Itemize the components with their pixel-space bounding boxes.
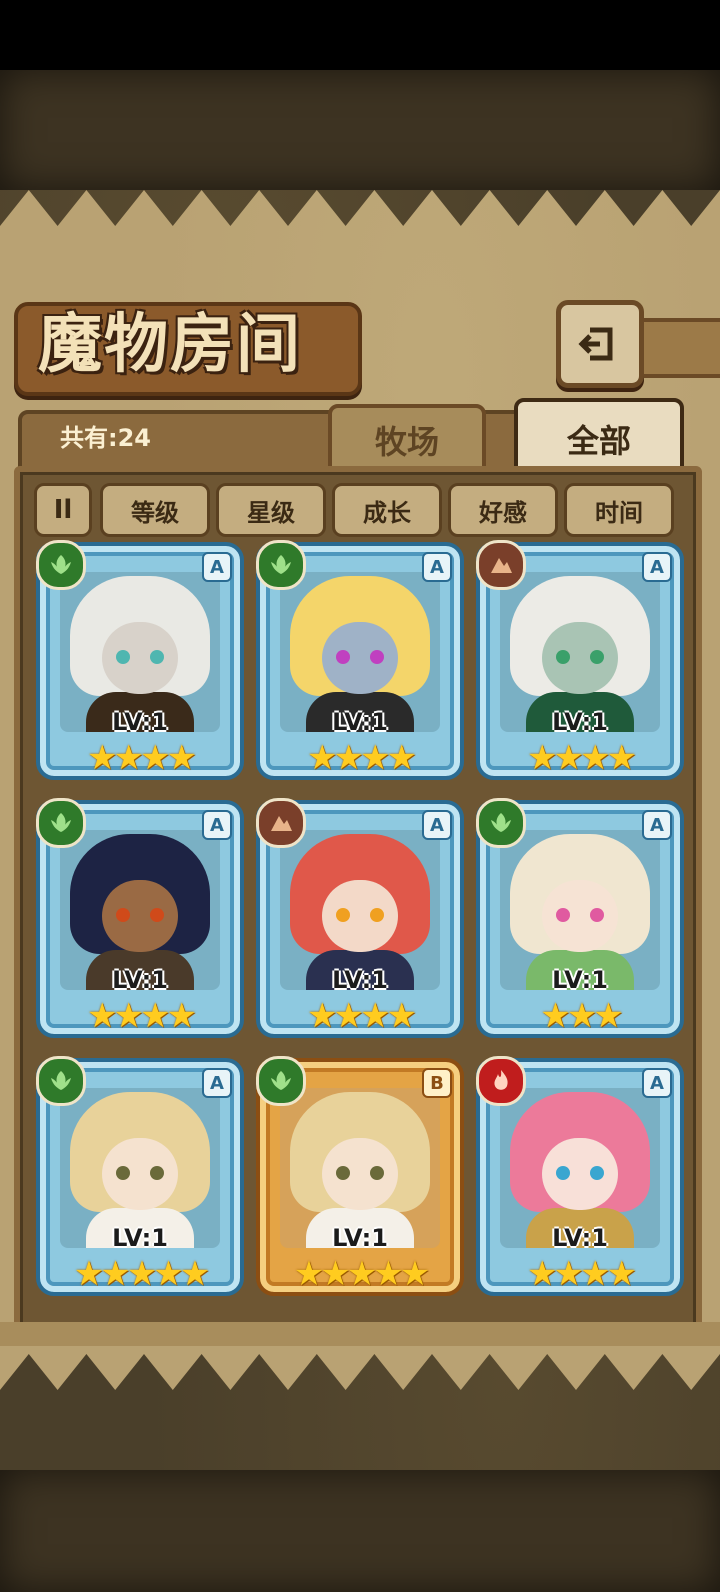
monster-card[interactable]: B LV:1 ★★★★★ xyxy=(256,1056,464,1296)
portrait-face xyxy=(322,622,398,694)
sort-by-affection-button[interactable]: 好感 xyxy=(448,483,558,537)
monster-card[interactable]: A LV:1 ★★★★ xyxy=(476,1056,684,1296)
portrait-eye xyxy=(556,1166,570,1180)
level-label: LV:1 xyxy=(332,708,388,736)
panel-bottom-border xyxy=(0,1322,720,1346)
leaf-element-icon xyxy=(36,540,86,590)
monster-card[interactable]: A LV:1 ★★★ xyxy=(476,798,684,1038)
portrait-eye xyxy=(336,1166,350,1180)
level-label: LV:1 xyxy=(112,1224,168,1252)
sort-by-growth-button[interactable]: 成长 xyxy=(332,483,442,537)
back-button[interactable] xyxy=(556,300,644,388)
leaf-element-icon xyxy=(36,798,86,848)
return-arrow-icon xyxy=(578,327,613,361)
page-title: 魔物房间 xyxy=(38,307,302,382)
portrait-face xyxy=(102,1138,178,1210)
portrait-face xyxy=(102,622,178,694)
star-rating: ★★★★ xyxy=(307,738,417,778)
status-bar xyxy=(0,0,720,70)
grade-badge: A xyxy=(642,1068,672,1098)
portrait-face xyxy=(542,622,618,694)
grade-badge: A xyxy=(202,1068,232,1098)
portrait-eye xyxy=(590,1166,604,1180)
grade-badge: B xyxy=(422,1068,452,1098)
sort-order-toggle[interactable]: Il xyxy=(34,483,92,537)
portrait-eye xyxy=(556,650,570,664)
star-rating: ★★★★ xyxy=(527,1254,637,1294)
fire-element-icon xyxy=(476,1056,526,1106)
portrait-eye xyxy=(150,908,164,922)
portrait-eye xyxy=(590,650,604,664)
grade-badge: A xyxy=(642,810,672,840)
portrait-eye xyxy=(336,908,350,922)
grade-badge: A xyxy=(422,552,452,582)
monster-card[interactable]: A LV:1 ★★★★ xyxy=(36,540,244,780)
earth-element-icon xyxy=(476,540,526,590)
portrait-face xyxy=(322,880,398,952)
monster-card[interactable]: A LV:1 ★★★★ xyxy=(256,798,464,1038)
level-label: LV:1 xyxy=(332,1224,388,1252)
sort-by-time-button[interactable]: 时间 xyxy=(564,483,674,537)
portrait-eye xyxy=(370,908,384,922)
star-rating: ★★★★ xyxy=(87,996,197,1036)
level-label: LV:1 xyxy=(112,966,168,994)
monster-card[interactable]: A LV:1 ★★★★ xyxy=(476,540,684,780)
level-label: LV:1 xyxy=(112,708,168,736)
earth-element-icon xyxy=(256,798,306,848)
portrait-face xyxy=(542,1138,618,1210)
level-label: LV:1 xyxy=(552,1224,608,1252)
monster-card[interactable]: A LV:1 ★★★★★ xyxy=(36,1056,244,1296)
leaf-element-icon xyxy=(256,1056,306,1106)
grade-badge: A xyxy=(422,810,452,840)
monster-count: 共有:24 xyxy=(60,424,151,452)
leaf-element-icon xyxy=(476,798,526,848)
portrait-eye xyxy=(556,908,570,922)
level-label: LV:1 xyxy=(552,966,608,994)
portrait-face xyxy=(542,880,618,952)
star-rating: ★★★★★ xyxy=(73,1254,210,1294)
star-rating: ★★★★ xyxy=(307,996,417,1036)
star-rating: ★★★★★ xyxy=(293,1254,430,1294)
portrait-eye xyxy=(116,1166,130,1180)
portrait-eye xyxy=(370,1166,384,1180)
portrait-eye xyxy=(336,650,350,664)
background-band-top xyxy=(0,70,720,190)
star-rating: ★★★★ xyxy=(527,738,637,778)
leaf-element-icon xyxy=(36,1056,86,1106)
monster-card[interactable]: A LV:1 ★★★★ xyxy=(36,798,244,1038)
sort-by-star-button[interactable]: 星级 xyxy=(216,483,326,537)
portrait-eye xyxy=(150,650,164,664)
portrait-face xyxy=(322,1138,398,1210)
back-button-tail xyxy=(632,318,720,378)
background-band-bottom xyxy=(0,1470,720,1592)
level-label: LV:1 xyxy=(552,708,608,736)
star-rating: ★★★★ xyxy=(87,738,197,778)
portrait-eye xyxy=(590,908,604,922)
grade-badge: A xyxy=(202,552,232,582)
portrait-face xyxy=(102,880,178,952)
grade-badge: A xyxy=(642,552,672,582)
star-rating: ★★★ xyxy=(540,996,623,1036)
leaf-element-icon xyxy=(256,540,306,590)
portrait-eye xyxy=(116,650,130,664)
portrait-eye xyxy=(116,908,130,922)
sort-by-level-button[interactable]: 等级 xyxy=(100,483,210,537)
portrait-eye xyxy=(150,1166,164,1180)
level-label: LV:1 xyxy=(332,966,388,994)
grade-badge: A xyxy=(202,810,232,840)
portrait-eye xyxy=(370,650,384,664)
monster-card[interactable]: A LV:1 ★★★★ xyxy=(256,540,464,780)
